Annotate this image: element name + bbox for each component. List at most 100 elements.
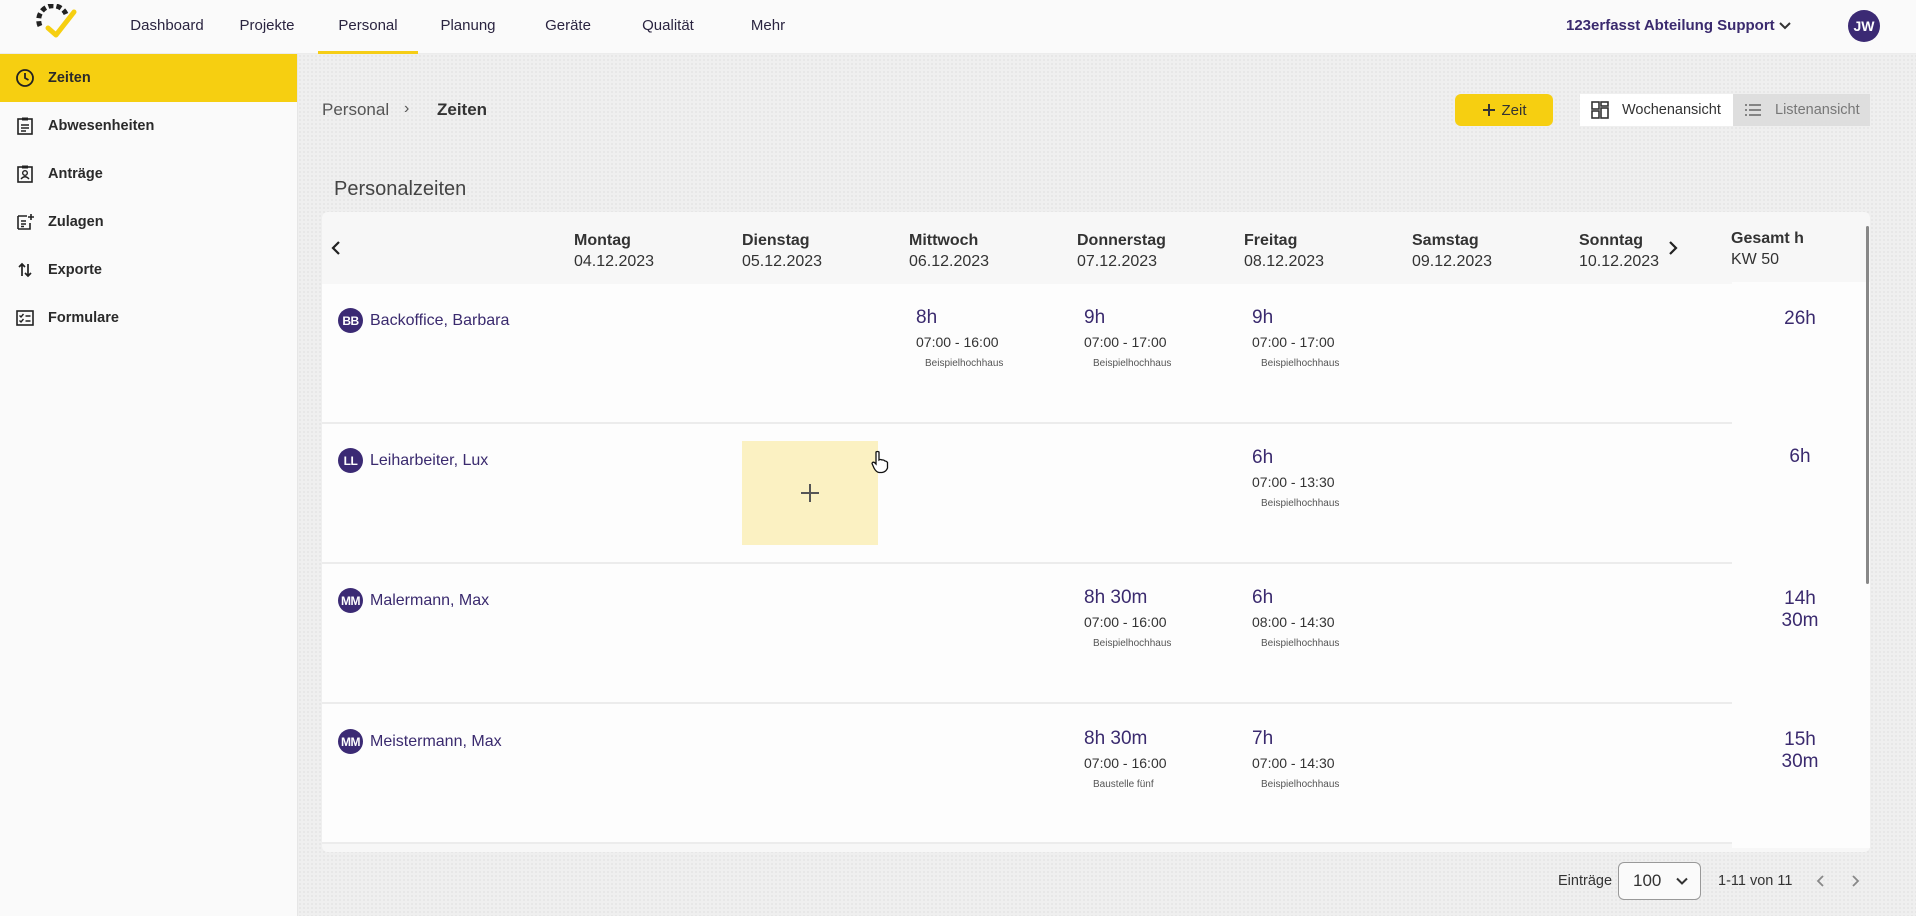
nav-projekte[interactable]: Projekte <box>216 0 318 54</box>
nav-dashboard[interactable]: Dashboard <box>116 0 218 54</box>
add-entry-cell[interactable] <box>742 441 878 545</box>
sidebar-item-zeiten[interactable]: Zeiten <box>0 54 297 102</box>
table-row <box>322 424 1732 562</box>
entry-hours: 6h <box>1252 447 1274 468</box>
add-time-button[interactable]: Zeit <box>1455 94 1553 126</box>
entry-hours: 7h <box>1252 728 1274 749</box>
day-name: Dienstag <box>742 232 810 249</box>
day-header-saturday: Samstag 09.12.2023 <box>1412 230 1492 272</box>
employee-name: Malermann, Max <box>370 591 490 609</box>
avatar: MM <box>338 588 363 613</box>
page-size-select[interactable]: 100 <box>1618 862 1701 900</box>
sidebar-item-label: Exporte <box>48 262 102 278</box>
view-toggle: Wochenansicht Listenansicht <box>1580 94 1870 126</box>
plus-icon <box>1483 104 1496 116</box>
chevron-down-icon[interactable] <box>1776 17 1794 35</box>
employee-malermann-max[interactable]: MM Malermann, Max <box>338 588 489 613</box>
chevron-right-icon[interactable] <box>1846 872 1864 890</box>
chevron-left-icon[interactable] <box>326 238 346 258</box>
page-size-label: Einträge <box>1558 873 1613 889</box>
week-view-button[interactable]: Wochenansicht <box>1580 94 1733 126</box>
nav-geraete[interactable]: Geräte <box>518 0 618 54</box>
main-nav: Dashboard Projekte Personal Planung Gerä… <box>116 0 818 54</box>
entry-time: 07:00 - 13:30 <box>1252 474 1335 490</box>
nav-qualitaet[interactable]: Qualität <box>618 0 718 54</box>
day-name: Sonntag <box>1579 232 1643 249</box>
row-total: 6h <box>1789 446 1811 467</box>
employee-name: Backoffice, Barbara <box>370 311 510 329</box>
time-entry[interactable]: 6h 08:00 - 14:30 Beispielhochhaus <box>1252 586 1339 649</box>
day-date: 05.12.2023 <box>742 253 823 270</box>
entry-hours: 8h 30m <box>1084 728 1148 749</box>
day-header-tuesday: Dienstag 05.12.2023 <box>742 230 822 272</box>
user-avatar[interactable]: JW <box>1848 10 1880 42</box>
table-row <box>322 284 1732 422</box>
dashboard-grid-icon <box>1591 101 1609 119</box>
employee-backoffice-barbara[interactable]: BB Backoffice, Barbara <box>338 308 509 333</box>
row-total: 15h 30m <box>1781 729 1819 772</box>
day-name: Mittwoch <box>909 232 979 249</box>
nav-mehr[interactable]: Mehr <box>718 0 818 54</box>
plus-icon <box>801 484 819 502</box>
org-switcher-label[interactable]: 123erfasst Abteilung Support <box>1566 17 1775 34</box>
chevron-right-icon[interactable] <box>1663 238 1683 258</box>
page-title: Personalzeiten <box>334 178 467 200</box>
time-entry[interactable]: 8h 07:00 - 16:00 Beispielhochhaus <box>916 306 1003 369</box>
entry-project: Beispielhochhaus <box>1261 358 1340 369</box>
chevron-down-icon <box>1676 877 1688 885</box>
entry-hours: 9h <box>1252 307 1274 328</box>
breadcrumb-parent[interactable]: Personal <box>322 100 389 120</box>
day-name: Donnerstag <box>1077 232 1166 249</box>
note-add-icon <box>14 211 36 233</box>
badge-icon <box>14 163 36 185</box>
sidebar-item-label: Abwesenheiten <box>48 118 155 134</box>
total-hours-header: Gesamt h KW 50 <box>1731 228 1804 270</box>
nav-personal[interactable]: Personal <box>318 0 418 54</box>
hand-cursor-icon <box>871 450 889 474</box>
table-row <box>322 704 1732 842</box>
time-entry[interactable]: 9h 07:00 - 17:00 Beispielhochhaus <box>1084 306 1171 369</box>
breadcrumb-current: Zeiten <box>437 100 488 119</box>
swap-vert-icon <box>14 259 36 281</box>
entry-project: Beispielhochhaus <box>1093 638 1172 649</box>
entry-time: 07:00 - 16:00 <box>1084 614 1167 630</box>
page-range: 1-11 von 11 <box>1718 873 1793 889</box>
add-time-label: Zeit <box>1501 101 1527 119</box>
entry-hours: 6h <box>1252 587 1274 608</box>
vertical-scrollbar[interactable] <box>1866 226 1869 584</box>
day-header-sunday: Sonntag 10.12.2023 <box>1579 230 1659 272</box>
sidebar-item-formulare[interactable]: Formulare <box>0 294 297 342</box>
table-row <box>322 564 1732 702</box>
entry-hours: 9h <box>1084 307 1106 328</box>
day-header-thursday: Donnerstag 07.12.2023 <box>1077 230 1166 272</box>
page-size-value: 100 <box>1633 871 1662 890</box>
employee-name: Leiharbeiter, Lux <box>370 451 489 469</box>
time-entry[interactable]: 7h 07:00 - 14:30 Beispielhochhaus <box>1252 727 1339 790</box>
time-entry[interactable]: 8h 30m 07:00 - 16:00 Baustelle fünf <box>1084 727 1167 790</box>
list-view-button[interactable]: Listenansicht <box>1733 94 1870 126</box>
entry-project: Beispielhochhaus <box>1261 638 1340 649</box>
calendar-week-label: KW 50 <box>1731 251 1780 268</box>
day-header-wednesday: Mittwoch 06.12.2023 <box>909 230 989 272</box>
time-entry[interactable]: 9h 07:00 - 17:00 Beispielhochhaus <box>1252 306 1339 369</box>
day-name: Montag <box>574 232 631 249</box>
sidebar: Zeiten Abwesenheiten Anträge Zulagen Exp… <box>0 54 298 916</box>
sidebar-item-exporte[interactable]: Exporte <box>0 246 297 294</box>
breadcrumb-separator: › <box>404 100 410 117</box>
row-divider <box>322 842 1732 844</box>
total-hours-label: Gesamt h <box>1731 230 1804 247</box>
row-total: 14h 30m <box>1781 588 1819 631</box>
sidebar-item-abwesenheiten[interactable]: Abwesenheiten <box>0 102 297 150</box>
list-view-label: Listenansicht <box>1775 102 1860 118</box>
time-entry[interactable]: 8h 30m 07:00 - 16:00 Beispielhochhaus <box>1084 586 1171 649</box>
chevron-left-icon[interactable] <box>1812 872 1830 890</box>
logo[interactable] <box>36 4 78 40</box>
clock-icon <box>14 67 36 89</box>
sidebar-item-zulagen[interactable]: Zulagen <box>0 198 297 246</box>
time-entry[interactable]: 6h 07:00 - 13:30 Beispielhochhaus <box>1252 446 1339 509</box>
employee-meistermann-max[interactable]: MM Meistermann, Max <box>338 729 502 754</box>
nav-planung[interactable]: Planung <box>418 0 518 54</box>
employee-leiharbeiter-lux[interactable]: LL Leiharbeiter, Lux <box>338 448 488 473</box>
day-date: 04.12.2023 <box>574 253 655 270</box>
sidebar-item-antraege[interactable]: Anträge <box>0 150 297 198</box>
